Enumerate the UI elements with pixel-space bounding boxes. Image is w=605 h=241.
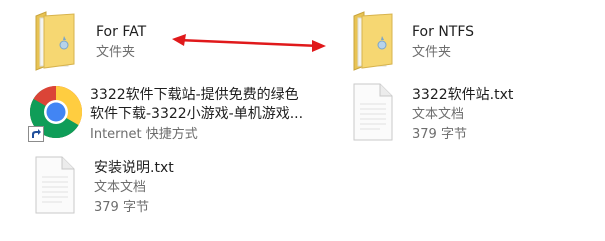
shortcut-arrow-icon xyxy=(28,126,44,142)
text-file-icon xyxy=(35,156,75,214)
file-size: 379 字节 xyxy=(412,127,467,142)
folder-name: For FAT xyxy=(96,24,147,40)
file-size: 379 字节 xyxy=(94,200,149,215)
file-name: 3322软件站.txt xyxy=(412,87,514,103)
folder-name: For NTFS xyxy=(412,24,475,40)
shortcut-item-3322[interactable]: 3322软件下载站-提供免费的绿色 软件下载-3322小游戏-单机游戏... I… xyxy=(28,82,328,148)
annotation-arrows xyxy=(172,34,326,52)
folder-type: 文件夹 xyxy=(412,45,452,60)
arrow-right-head xyxy=(312,40,326,52)
folder-icon xyxy=(35,11,75,71)
file-type: 文本文档 xyxy=(94,180,147,195)
folder-item-for-ntfs[interactable]: For NTFS 文件夹 xyxy=(348,10,518,72)
text-file-icon xyxy=(353,83,393,141)
file-type: 文本文档 xyxy=(412,107,465,122)
shortcut-name-line2: 软件下载-3322小游戏-单机游戏... xyxy=(90,106,304,122)
folder-icon xyxy=(353,11,393,71)
text-file-item-3322[interactable]: 3322软件站.txt 文本文档 379 字节 xyxy=(348,82,548,148)
file-name: 安装说明.txt xyxy=(94,160,174,176)
arrow-left-head xyxy=(172,34,186,46)
shortcut-name-line1: 3322软件下载站-提供免费的绿色 xyxy=(90,87,299,103)
explorer-file-view: For FAT 文件夹 For NTFS 文件夹 3322软件下载站-提供免费的… xyxy=(0,0,605,241)
shortcut-type: Internet 快捷方式 xyxy=(90,127,198,142)
folder-type: 文件夹 xyxy=(96,45,136,60)
text-file-item-install[interactable]: 安装说明.txt 文本文档 379 字节 xyxy=(30,155,230,221)
